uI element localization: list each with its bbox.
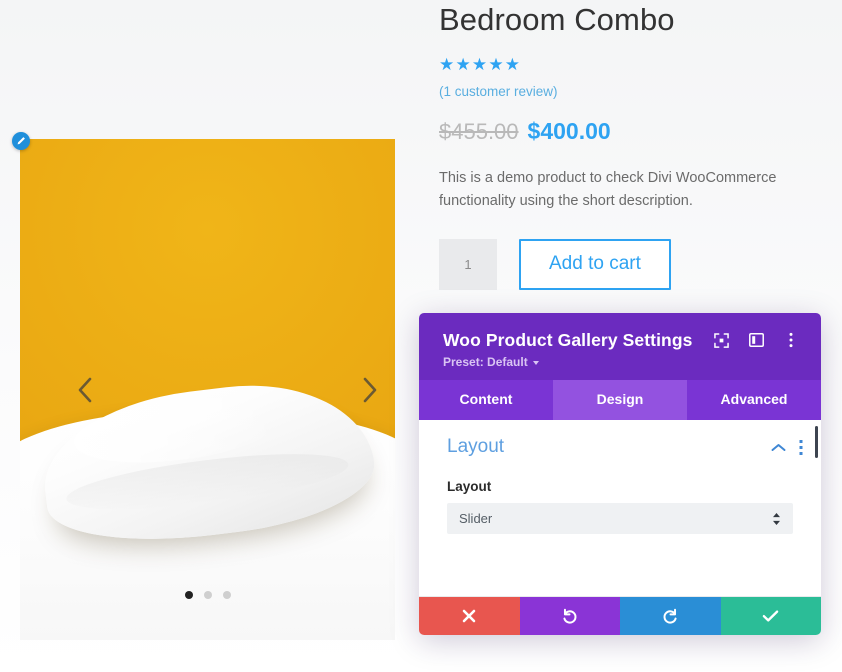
- layout-section-header: Layout: [419, 436, 821, 458]
- layout-field-label: Layout: [447, 479, 492, 494]
- section-actions: [771, 439, 803, 455]
- section-title: Layout: [447, 436, 505, 457]
- vertical-dots-icon[interactable]: [799, 439, 803, 455]
- close-x-icon: [462, 609, 476, 623]
- modal-tabs: Content Design Advanced: [419, 380, 821, 420]
- pencil-glyph: [17, 137, 25, 145]
- focus-target-icon[interactable]: [710, 329, 732, 351]
- preset-label: Preset: Default: [443, 355, 528, 369]
- redo-button[interactable]: [620, 597, 721, 635]
- layout-select[interactable]: Slider Grid Woo Default: [447, 503, 793, 534]
- short-description: This is a demo product to check Divi Woo…: [439, 169, 777, 210]
- panel-layout-glyph: [749, 333, 764, 347]
- panel-layout-icon[interactable]: [745, 329, 767, 351]
- layout-field: Layout Slider Grid Woo Default: [419, 458, 821, 534]
- focus-target-glyph: [714, 332, 729, 348]
- tab-content[interactable]: Content: [419, 380, 553, 420]
- gallery-pagination-dots: [20, 591, 395, 599]
- layout-select-wrapper: Slider Grid Woo Default: [447, 503, 793, 534]
- preset-selector[interactable]: Preset: Default: [443, 355, 805, 369]
- cancel-button[interactable]: [419, 597, 520, 635]
- price-row: $455.00 $400.00: [439, 118, 829, 145]
- price-original: $455.00: [439, 118, 519, 144]
- undo-arrow-icon: [563, 608, 577, 624]
- chevron-right-glyph: [363, 377, 377, 402]
- customer-review-link[interactable]: (1 customer review): [439, 84, 558, 99]
- modal-scrollbar-thumb[interactable]: [815, 426, 818, 458]
- save-button[interactable]: [720, 597, 821, 635]
- vertical-dots-glyph: [799, 439, 803, 455]
- product-gallery[interactable]: [20, 139, 395, 640]
- chevron-up-glyph: [771, 443, 786, 451]
- redo-arrow-icon: [663, 608, 677, 624]
- modal-header-row: Woo Product Gallery Settings: [443, 329, 805, 351]
- tab-design[interactable]: Design: [553, 380, 687, 420]
- product-page: Bedroom Combo ★★★★★ (1 customer review) …: [0, 0, 842, 672]
- modal-header: Woo Product Gallery Settings Preset: Def…: [419, 313, 821, 380]
- chevron-right-icon[interactable]: [353, 373, 387, 407]
- gallery-dot-1[interactable]: [184, 591, 193, 599]
- chevron-down-icon: [532, 361, 539, 365]
- page-title: Bedroom Combo: [439, 2, 675, 37]
- add-to-cart-form: Add to cart: [439, 238, 829, 290]
- modal-header-icons: [710, 329, 802, 351]
- quantity-input[interactable]: [439, 238, 497, 290]
- undo-button[interactable]: [519, 597, 620, 635]
- tab-advanced[interactable]: Advanced: [687, 380, 821, 420]
- gallery-dot-3[interactable]: [222, 591, 231, 599]
- modal-title: Woo Product Gallery Settings: [443, 329, 693, 350]
- check-icon: [762, 610, 779, 622]
- add-to-cart-button[interactable]: Add to cart: [519, 238, 671, 290]
- vertical-dots-glyph: [789, 332, 793, 348]
- modal-body: Layout Layout Slider: [419, 420, 821, 596]
- chevron-left-icon[interactable]: [68, 373, 102, 407]
- pencil-edit-icon[interactable]: [12, 132, 30, 150]
- product-summary: Bedroom Combo ★★★★★ (1 customer review) …: [439, 0, 829, 290]
- vertical-dots-icon[interactable]: [780, 329, 802, 351]
- modal-action-bar: [419, 597, 821, 635]
- modal-scrollbar[interactable]: [815, 426, 818, 590]
- chevron-left-glyph: [78, 377, 92, 402]
- rating-stars: ★★★★★: [439, 54, 522, 74]
- chevron-up-icon[interactable]: [771, 443, 786, 452]
- gallery-dot-2[interactable]: [203, 591, 212, 599]
- woo-gallery-settings-modal: Woo Product Gallery Settings Preset: Def…: [419, 313, 821, 635]
- price-sale: $400.00: [527, 117, 611, 144]
